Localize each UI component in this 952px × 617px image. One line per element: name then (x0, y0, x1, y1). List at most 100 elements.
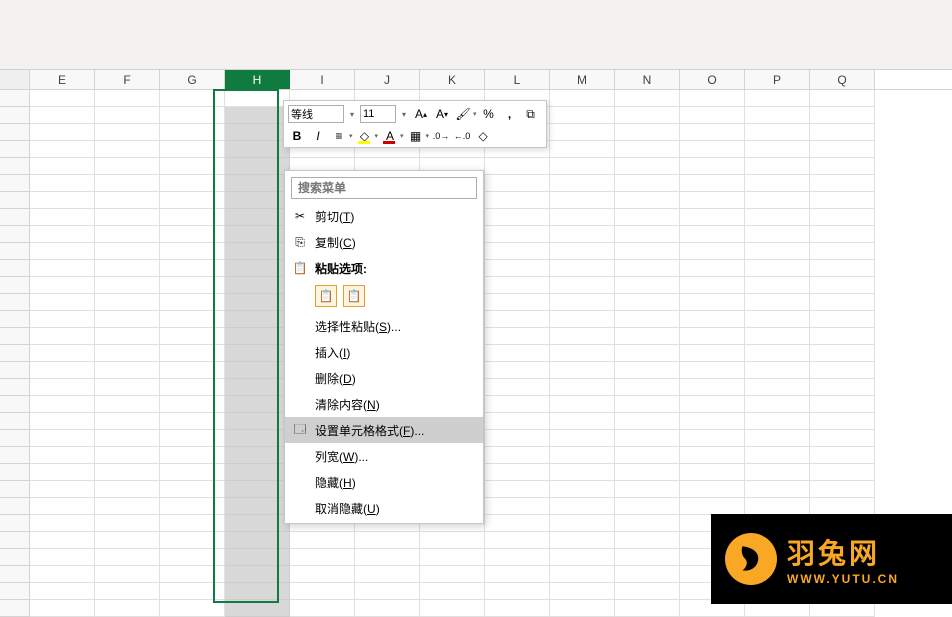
cell[interactable] (30, 447, 95, 464)
row-header[interactable] (0, 175, 30, 192)
row-header[interactable] (0, 379, 30, 396)
cell[interactable] (550, 226, 615, 243)
cell[interactable] (615, 226, 680, 243)
cell[interactable] (225, 260, 290, 277)
cell[interactable] (745, 192, 810, 209)
decrease-font-icon[interactable]: A▾ (433, 105, 451, 123)
cell[interactable] (680, 124, 745, 141)
cell[interactable] (615, 600, 680, 617)
cell[interactable] (680, 226, 745, 243)
cell[interactable] (810, 311, 875, 328)
cell[interactable] (680, 362, 745, 379)
cell[interactable] (355, 532, 420, 549)
cell[interactable] (225, 447, 290, 464)
cell[interactable] (745, 413, 810, 430)
cell[interactable] (680, 447, 745, 464)
cell[interactable] (160, 107, 225, 124)
cell[interactable] (225, 294, 290, 311)
row-header[interactable] (0, 447, 30, 464)
column-header-N[interactable]: N (615, 70, 680, 89)
cell[interactable] (160, 226, 225, 243)
cell[interactable] (225, 141, 290, 158)
cell[interactable] (290, 583, 355, 600)
cell[interactable] (225, 549, 290, 566)
cell[interactable] (810, 498, 875, 515)
cell[interactable] (95, 243, 160, 260)
cell[interactable] (550, 175, 615, 192)
cell[interactable] (745, 464, 810, 481)
cell[interactable] (160, 549, 225, 566)
cell[interactable] (550, 600, 615, 617)
cell[interactable] (615, 345, 680, 362)
cell[interactable] (550, 413, 615, 430)
cell[interactable] (225, 498, 290, 515)
row-header[interactable] (0, 226, 30, 243)
row-header[interactable] (0, 141, 30, 158)
cell[interactable] (745, 362, 810, 379)
cell[interactable] (95, 515, 160, 532)
cell[interactable] (745, 328, 810, 345)
row-header[interactable] (0, 345, 30, 362)
cell[interactable] (810, 158, 875, 175)
cell[interactable] (485, 566, 550, 583)
cell[interactable] (745, 277, 810, 294)
cell[interactable] (95, 532, 160, 549)
cell[interactable] (225, 413, 290, 430)
cell[interactable] (290, 566, 355, 583)
menu-delete[interactable]: 删除(D) (285, 365, 483, 391)
row-header[interactable] (0, 498, 30, 515)
cell[interactable] (160, 600, 225, 617)
cell[interactable] (745, 498, 810, 515)
cell[interactable] (550, 158, 615, 175)
cell[interactable] (810, 464, 875, 481)
cell[interactable] (30, 107, 95, 124)
cell[interactable] (745, 226, 810, 243)
cell[interactable] (160, 447, 225, 464)
cell[interactable] (615, 277, 680, 294)
cell[interactable] (225, 532, 290, 549)
row-header[interactable] (0, 430, 30, 447)
menu-cut[interactable]: ✂ 剪切(T) (285, 203, 483, 229)
row-header[interactable] (0, 583, 30, 600)
cell[interactable] (810, 294, 875, 311)
column-header-P[interactable]: P (745, 70, 810, 89)
cell[interactable] (485, 277, 550, 294)
cell[interactable] (550, 107, 615, 124)
cell[interactable] (30, 260, 95, 277)
cell[interactable] (30, 583, 95, 600)
cell[interactable] (225, 515, 290, 532)
cell[interactable] (615, 141, 680, 158)
cell[interactable] (485, 226, 550, 243)
cell[interactable] (30, 90, 95, 107)
format-painter-icon[interactable]: 🖌 (454, 105, 472, 123)
cell[interactable] (550, 430, 615, 447)
cell[interactable] (30, 549, 95, 566)
cell[interactable] (615, 464, 680, 481)
cell[interactable] (95, 107, 160, 124)
cell[interactable] (225, 226, 290, 243)
cell[interactable] (225, 345, 290, 362)
cell[interactable] (810, 243, 875, 260)
cell[interactable] (550, 532, 615, 549)
cell[interactable] (745, 243, 810, 260)
cell[interactable] (30, 532, 95, 549)
cell[interactable] (160, 498, 225, 515)
cell[interactable] (745, 430, 810, 447)
cell[interactable] (160, 362, 225, 379)
cell[interactable] (225, 566, 290, 583)
cell[interactable] (95, 277, 160, 294)
cell[interactable] (485, 464, 550, 481)
cell[interactable] (160, 328, 225, 345)
column-header-G[interactable]: G (160, 70, 225, 89)
cell[interactable] (550, 311, 615, 328)
cell[interactable] (615, 260, 680, 277)
cell[interactable] (95, 311, 160, 328)
cell[interactable] (485, 175, 550, 192)
cell[interactable] (810, 481, 875, 498)
cell[interactable] (550, 90, 615, 107)
cell[interactable] (30, 379, 95, 396)
column-header-K[interactable]: K (420, 70, 485, 89)
cell[interactable] (160, 379, 225, 396)
cell[interactable] (30, 311, 95, 328)
cell[interactable] (745, 175, 810, 192)
